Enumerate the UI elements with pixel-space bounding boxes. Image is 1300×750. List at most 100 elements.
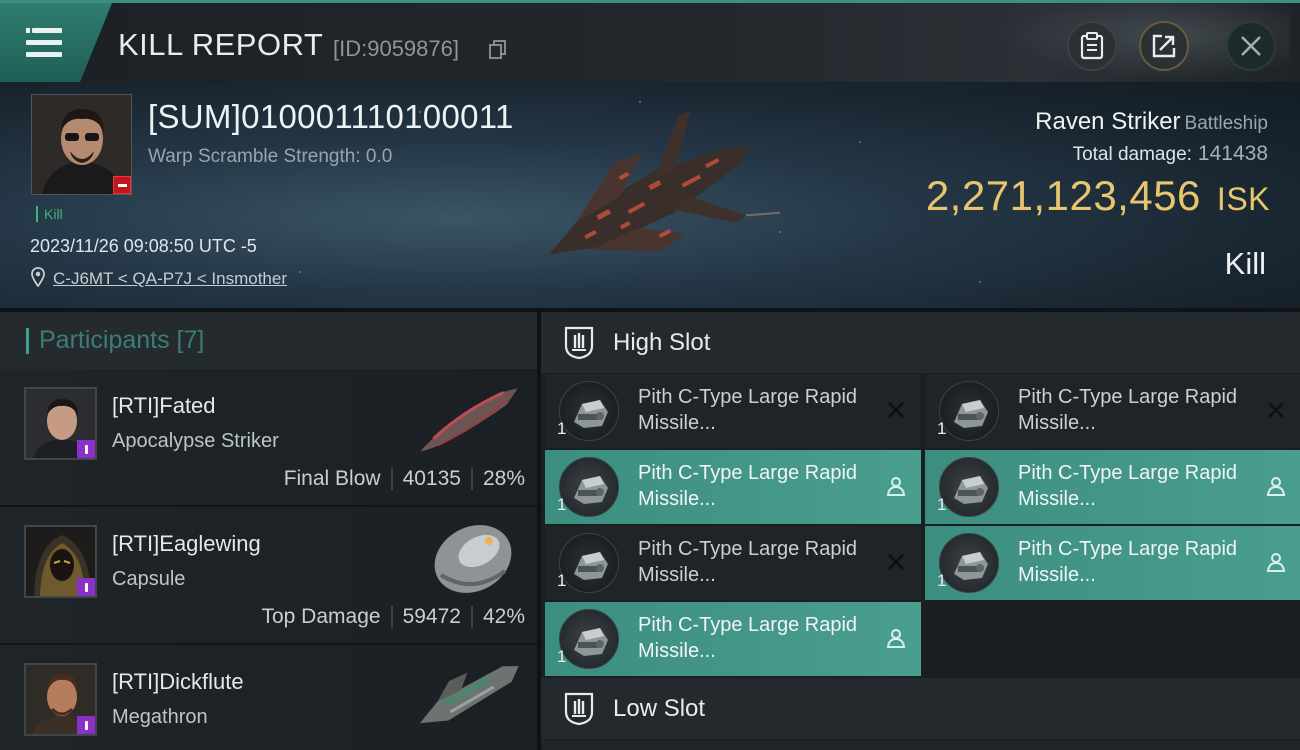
victim-ship-name[interactable]: Raven Striker Battleship bbox=[1035, 108, 1268, 136]
participant-ship-image bbox=[420, 388, 518, 452]
missile-launcher-icon bbox=[559, 533, 619, 593]
low-slot-label: Low Slot bbox=[613, 694, 706, 722]
divider bbox=[390, 468, 393, 490]
clipboard-button[interactable] bbox=[1067, 21, 1117, 71]
missile-launcher-icon bbox=[559, 381, 619, 441]
participant-avatar[interactable] bbox=[24, 663, 97, 736]
isk-value: 2,271,123,456 ISK bbox=[926, 172, 1270, 220]
missile-launcher-icon bbox=[559, 609, 619, 669]
hamburger-icon bbox=[26, 28, 62, 58]
slot-shield-icon bbox=[564, 326, 594, 359]
isk-unit: ISK bbox=[1216, 181, 1270, 217]
participant-name[interactable]: [RTI]Eaglewing bbox=[112, 531, 261, 557]
victim-ship-image[interactable] bbox=[515, 112, 780, 287]
module-item[interactable]: 1 Pith C-Type Large Rapid Missile... bbox=[925, 526, 1300, 600]
close-icon bbox=[1241, 36, 1261, 56]
participant-role: Top Damage bbox=[261, 605, 381, 628]
participant-role: Final Blow bbox=[283, 467, 381, 490]
participant-ship-image bbox=[434, 525, 512, 593]
share-button[interactable] bbox=[1139, 21, 1189, 71]
divider bbox=[390, 606, 393, 628]
module-quantity: 1 bbox=[557, 495, 567, 514]
x-icon bbox=[888, 554, 904, 570]
report-id: [ID:9059876] bbox=[333, 36, 459, 61]
participant-row[interactable]: [RTI]Eaglewing Capsule Top Damage 59472 … bbox=[0, 507, 537, 645]
map-pin-icon bbox=[31, 267, 45, 287]
clipboard-icon bbox=[1080, 32, 1104, 60]
total-damage: Total damage: 141438 bbox=[1073, 142, 1268, 166]
participant-damage: 59472 bbox=[402, 605, 461, 628]
participants-header[interactable]: Participants [7] bbox=[0, 308, 537, 369]
participant-name[interactable]: [RTI]Fated bbox=[112, 393, 216, 419]
participant-ship-image bbox=[420, 666, 519, 724]
high-slot-header: High Slot bbox=[541, 312, 1300, 373]
participants-panel: Participants [7] [RTI]Fated Apocalypse S… bbox=[0, 308, 541, 750]
person-icon bbox=[1266, 477, 1286, 496]
missile-launcher-icon bbox=[559, 457, 619, 517]
participant-ship: Apocalypse Striker bbox=[112, 430, 279, 452]
x-icon bbox=[1268, 402, 1284, 418]
module-item[interactable]: 1 Pith C-Type Large Rapid Missile... bbox=[925, 450, 1300, 524]
warp-scramble-strength: Warp Scramble Strength: 0.0 bbox=[148, 146, 393, 167]
participant-name[interactable]: [RTI]Dickflute bbox=[112, 669, 244, 695]
module-name: Pith C-Type Large Rapid Missile... bbox=[1018, 538, 1238, 586]
participants-label: Participants [7] bbox=[39, 326, 205, 354]
missile-launcher-icon bbox=[939, 457, 999, 517]
low-slot-header: Low Slot bbox=[541, 678, 1300, 739]
victim-pilot-name[interactable]: [SUM]010001110100011 bbox=[148, 98, 514, 136]
missile-launcher-icon bbox=[939, 381, 999, 441]
module-name: Pith C-Type Large Rapid Missile... bbox=[1018, 462, 1238, 510]
missile-launcher-icon bbox=[939, 533, 999, 593]
participant-stats: Final Blow 40135 28% bbox=[284, 467, 525, 491]
module-name: Pith C-Type Large Rapid Missile... bbox=[638, 614, 858, 662]
kill-tag: Kill bbox=[36, 206, 63, 222]
x-icon bbox=[888, 402, 904, 418]
module-quantity: 1 bbox=[937, 419, 947, 438]
divider bbox=[470, 606, 473, 628]
participant-ship: Capsule bbox=[112, 568, 186, 590]
person-icon bbox=[886, 629, 906, 648]
ship-type-name: Raven Striker bbox=[1035, 108, 1181, 135]
participant-percent: 28% bbox=[482, 467, 525, 490]
module-quantity: 1 bbox=[557, 419, 567, 438]
module-name: Pith C-Type Large Rapid Missile... bbox=[638, 386, 858, 434]
corp-badge bbox=[77, 578, 95, 596]
participant-avatar[interactable] bbox=[24, 387, 97, 460]
participant-row[interactable]: [RTI]Dickflute Megathron bbox=[0, 645, 537, 750]
participant-row[interactable]: [RTI]Fated Apocalypse Striker Final Blow… bbox=[0, 369, 537, 507]
module-name: Pith C-Type Large Rapid Missile... bbox=[638, 538, 858, 586]
module-quantity: 1 bbox=[557, 647, 567, 666]
module-item[interactable]: 1 Pith C-Type Large Rapid Missile... bbox=[545, 602, 921, 676]
location-link[interactable]: C-J6MT < QA-P7J < Insmother bbox=[53, 269, 287, 289]
module-quantity: 1 bbox=[557, 571, 567, 590]
module-quantity: 1 bbox=[937, 571, 947, 590]
participant-stats: Top Damage 59472 42% bbox=[261, 605, 525, 629]
isk-amount: 2,271,123,456 bbox=[925, 172, 1201, 219]
person-icon bbox=[886, 477, 906, 496]
victim-avatar[interactable] bbox=[31, 94, 132, 195]
total-damage-value: 141438 bbox=[1197, 142, 1268, 165]
top-bar: KILL REPORT [ID:9059876] bbox=[0, 0, 1300, 83]
module-name: Pith C-Type Large Rapid Missile... bbox=[1018, 386, 1238, 434]
kill-datetime: 2023/11/26 09:08:50 UTC -5 bbox=[30, 236, 257, 256]
divider bbox=[470, 468, 473, 490]
menu-button[interactable] bbox=[0, 3, 112, 82]
kill-result: Kill bbox=[1224, 246, 1266, 281]
copy-icon[interactable] bbox=[489, 40, 507, 60]
enemy-badge bbox=[113, 176, 131, 194]
module-item[interactable]: 1 Pith C-Type Large Rapid Missile... bbox=[545, 526, 921, 600]
person-icon bbox=[1266, 553, 1286, 572]
slot-shield-icon bbox=[564, 692, 594, 725]
participant-damage: 40135 bbox=[402, 467, 461, 490]
fittings-panel: High Slot 1 Pith C-Type Large Rapid Missi… bbox=[541, 308, 1300, 750]
share-icon bbox=[1152, 34, 1176, 58]
module-item[interactable]: 1 Pith C-Type Large Rapid Missile... bbox=[545, 450, 921, 524]
close-button[interactable] bbox=[1226, 21, 1276, 71]
corp-badge bbox=[77, 716, 95, 734]
header-accent-bar bbox=[26, 327, 29, 354]
module-item[interactable]: 1 Pith C-Type Large Rapid Missile... bbox=[545, 374, 921, 448]
participant-avatar[interactable] bbox=[24, 525, 97, 598]
participant-percent: 42% bbox=[482, 605, 525, 628]
module-item[interactable]: 1 Pith C-Type Large Rapid Missile... bbox=[925, 374, 1300, 448]
total-damage-label: Total damage: bbox=[1072, 144, 1192, 165]
